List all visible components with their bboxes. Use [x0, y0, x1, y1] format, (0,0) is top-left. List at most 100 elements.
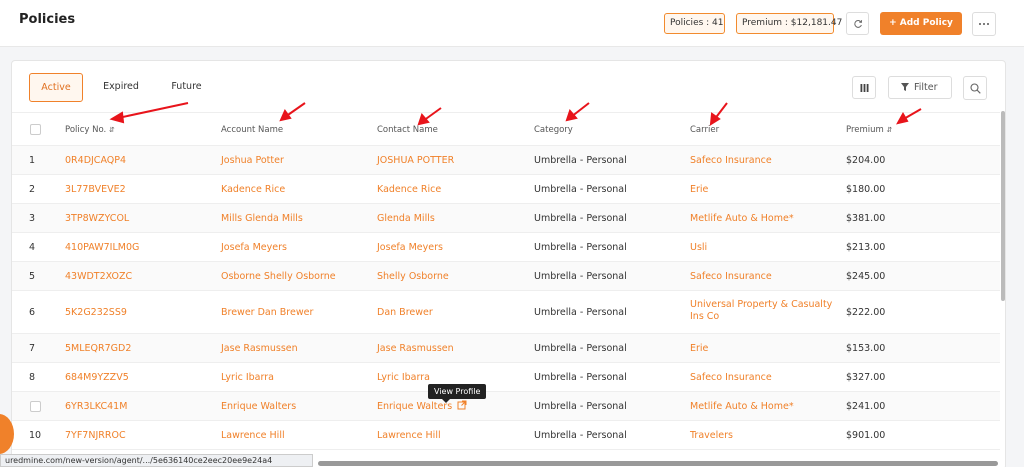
- premium-cell: $204.00: [846, 154, 886, 166]
- refresh-icon: [853, 19, 862, 28]
- row-number: 10: [29, 429, 42, 441]
- row-number: 8: [29, 371, 36, 383]
- row-checkbox[interactable]: [30, 401, 41, 412]
- filter-icon: [901, 83, 909, 91]
- browser-status-url: uredmine.com/new-version/agent/.../5e636…: [0, 454, 313, 467]
- policy-number-link[interactable]: 3L77BVEVE2: [65, 184, 126, 195]
- columns-button[interactable]: [852, 76, 876, 99]
- account-name-link[interactable]: Enrique Walters: [221, 401, 296, 412]
- row-number: 7: [29, 342, 36, 354]
- table-row[interactable]: 8 684M9YZZV5 Lyric Ibarra Lyric Ibarra Umbre…: [12, 363, 1000, 392]
- contact-name-link[interactable]: Lawrence Hill: [377, 430, 441, 441]
- tab-active[interactable]: Active: [29, 73, 83, 102]
- table-row[interactable]: 7 5MLEQR7GD2 Jase Rasmussen Jase Rasmussen U…: [12, 334, 1000, 363]
- table-row[interactable]: 10 7YF7NJRROC Lawrence Hill Lawrence Hill Um…: [12, 421, 1000, 450]
- account-name-link[interactable]: Brewer Dan Brewer: [221, 307, 313, 318]
- category-cell: Umbrella - Personal: [534, 306, 627, 318]
- horizontal-scrollbar[interactable]: [318, 461, 998, 466]
- policy-number-link[interactable]: 5K2G232SS9: [65, 307, 127, 318]
- contact-name-link[interactable]: Josefa Meyers: [377, 242, 443, 253]
- category-cell: Umbrella - Personal: [534, 154, 627, 166]
- table-row[interactable]: 4 410PAW7ILM0G Josefa Meyers Josefa Meyers U…: [12, 233, 1000, 262]
- add-policy-button[interactable]: + Add Policy: [880, 12, 962, 35]
- category-cell: Umbrella - Personal: [534, 342, 627, 354]
- sort-icon: ⇵: [108, 126, 115, 134]
- contact-name-link[interactable]: Jase Rasmussen: [377, 343, 454, 354]
- carrier-link[interactable]: Safeco Insurance: [690, 271, 840, 283]
- account-name-link[interactable]: Jase Rasmussen: [221, 343, 298, 354]
- carrier-link[interactable]: Erie: [690, 184, 840, 196]
- more-options-button[interactable]: [972, 12, 996, 36]
- carrier-link[interactable]: Metlife Auto & Home*: [690, 401, 840, 413]
- table-row[interactable]: 2 3L77BVEVE2 Kadence Rice Kadence Rice Umbre…: [12, 175, 1000, 204]
- policy-number-link[interactable]: 7YF7NJRROC: [65, 430, 126, 441]
- filter-button[interactable]: Filter: [888, 76, 952, 99]
- policy-number-link[interactable]: 43WDT2XOZC: [65, 271, 132, 282]
- ellipsis-icon: [979, 23, 989, 25]
- tab-future[interactable]: Future: [164, 73, 209, 102]
- table-row[interactable]: 6YR3LKC41M Enrique Walters Enrique Walters…: [12, 392, 1000, 421]
- policies-card: Active Expired Future Filter Policy No. …: [11, 60, 1006, 467]
- carrier-link[interactable]: Usli: [690, 242, 840, 254]
- col-header-premium[interactable]: Premium ⇵: [846, 125, 892, 135]
- row-number: 1: [29, 154, 36, 166]
- col-header-carrier[interactable]: Carrier: [690, 125, 719, 135]
- premium-cell: $381.00: [846, 212, 886, 224]
- premium-cell: $222.00: [846, 306, 886, 318]
- carrier-link[interactable]: Metlife Auto & Home*: [690, 213, 840, 225]
- category-cell: Umbrella - Personal: [534, 429, 627, 441]
- category-cell: Umbrella - Personal: [534, 212, 627, 224]
- external-link-icon[interactable]: [457, 400, 467, 410]
- col-header-label: Policy No.: [65, 125, 107, 135]
- contact-name-link[interactable]: Glenda Mills: [377, 213, 435, 224]
- table-row[interactable]: 5 43WDT2XOZC Osborne Shelly Osborne Shelly …: [12, 262, 1000, 291]
- table-row[interactable]: 1 0R4DJCAQP4 Joshua Potter JOSHUA POTTER Umb…: [12, 146, 1000, 175]
- account-name-link[interactable]: Osborne Shelly Osborne: [221, 271, 336, 282]
- premium-cell: $180.00: [846, 183, 886, 195]
- columns-icon: [860, 83, 868, 92]
- policy-number-link[interactable]: 684M9YZZV5: [65, 372, 129, 383]
- contact-name-link[interactable]: Kadence Rice: [377, 184, 441, 195]
- select-all-checkbox[interactable]: [30, 124, 41, 135]
- contact-name-link[interactable]: Lyric Ibarra: [377, 372, 430, 383]
- account-name-link[interactable]: Lawrence Hill: [221, 430, 285, 441]
- category-cell: Umbrella - Personal: [534, 270, 627, 282]
- row-number: 5: [29, 270, 36, 282]
- policy-number-link[interactable]: 5MLEQR7GD2: [65, 343, 131, 354]
- contact-name-link[interactable]: JOSHUA POTTER: [377, 155, 454, 166]
- account-name-link[interactable]: Joshua Potter: [221, 155, 284, 166]
- vertical-scrollbar[interactable]: [1001, 111, 1005, 301]
- contact-name-link[interactable]: Dan Brewer: [377, 307, 433, 318]
- col-header-policy-no[interactable]: Policy No. ⇵: [65, 125, 115, 135]
- table-header: Policy No. ⇵ Account Name Contact Name C…: [12, 113, 1000, 146]
- col-header-contact-name[interactable]: Contact Name: [377, 125, 438, 135]
- refresh-button[interactable]: [846, 12, 869, 35]
- carrier-link[interactable]: Erie: [690, 343, 840, 355]
- policy-number-link[interactable]: 3TP8WZYCOL: [65, 213, 129, 224]
- premium-cell: $153.00: [846, 342, 886, 354]
- carrier-link[interactable]: Universal Property & Casualty Ins Co: [690, 299, 840, 323]
- carrier-link[interactable]: Safeco Insurance: [690, 372, 840, 384]
- carrier-link[interactable]: Travelers: [690, 430, 840, 442]
- policy-number-link[interactable]: 6YR3LKC41M: [65, 401, 127, 412]
- table-row[interactable]: 6 5K2G232SS9 Brewer Dan Brewer Dan Brewer Um…: [12, 291, 1000, 334]
- col-header-category[interactable]: Category: [534, 125, 573, 135]
- page-title: Policies: [19, 12, 76, 27]
- carrier-link[interactable]: Safeco Insurance: [690, 155, 840, 167]
- policy-number-link[interactable]: 0R4DJCAQP4: [65, 155, 126, 166]
- account-name-link[interactable]: Mills Glenda Mills: [221, 213, 303, 224]
- premium-total-badge: Premium : $12,181.47: [736, 13, 842, 34]
- table-row[interactable]: 3 3TP8WZYCOL Mills Glenda Mills Glenda Mill…: [12, 204, 1000, 233]
- category-cell: Umbrella - Personal: [534, 400, 627, 412]
- contact-name-link[interactable]: Enrique Walters: [377, 401, 452, 412]
- account-name-link[interactable]: Lyric Ibarra: [221, 372, 274, 383]
- premium-cell: $241.00: [846, 400, 886, 412]
- search-button[interactable]: [963, 76, 987, 100]
- tab-expired[interactable]: Expired: [96, 73, 146, 102]
- account-name-link[interactable]: Josefa Meyers: [221, 242, 287, 253]
- filter-label: Filter: [914, 82, 938, 93]
- contact-name-link[interactable]: Shelly Osborne: [377, 271, 449, 282]
- policy-number-link[interactable]: 410PAW7ILM0G: [65, 242, 139, 253]
- account-name-link[interactable]: Kadence Rice: [221, 184, 285, 195]
- col-header-account-name[interactable]: Account Name: [221, 125, 283, 135]
